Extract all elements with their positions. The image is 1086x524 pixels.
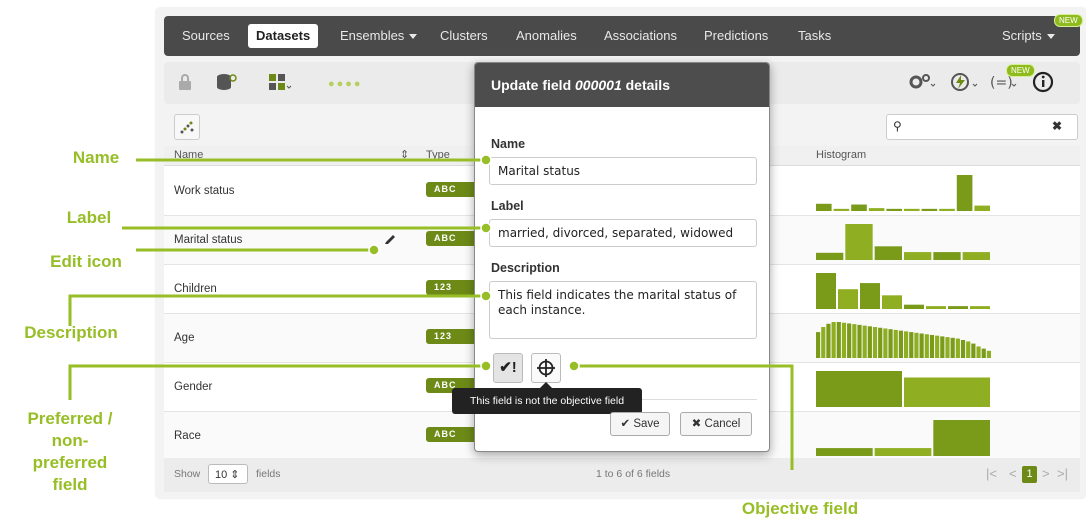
callout-dot (368, 244, 380, 256)
callout-preferred-line: non- (51, 431, 89, 450)
callout-dot (480, 154, 492, 166)
callout-dot (480, 222, 492, 234)
callout-dot (568, 360, 580, 372)
callout-preferred-line: field (52, 475, 88, 494)
callout-label: Label (66, 208, 112, 227)
callout-objective: Objective field (741, 499, 859, 518)
callout-lines (68, 154, 794, 470)
callout-preferred-line: Preferred / (27, 409, 113, 428)
callout-description: Description (24, 323, 118, 342)
callout-preferred: Preferred / non- preferred field (20, 408, 120, 496)
annotated-screenshot: Sources Datasets Ensembles Clusters Anom… (0, 0, 1086, 524)
callout-dot (480, 360, 492, 372)
callout-line-preferred (68, 364, 486, 400)
callout-edit-icon: Edit icon (50, 252, 122, 271)
callout-name: Name (72, 148, 120, 167)
callout-dot (480, 290, 492, 302)
callout-preferred-line: preferred (32, 453, 108, 472)
callout-line-objective (574, 364, 794, 470)
